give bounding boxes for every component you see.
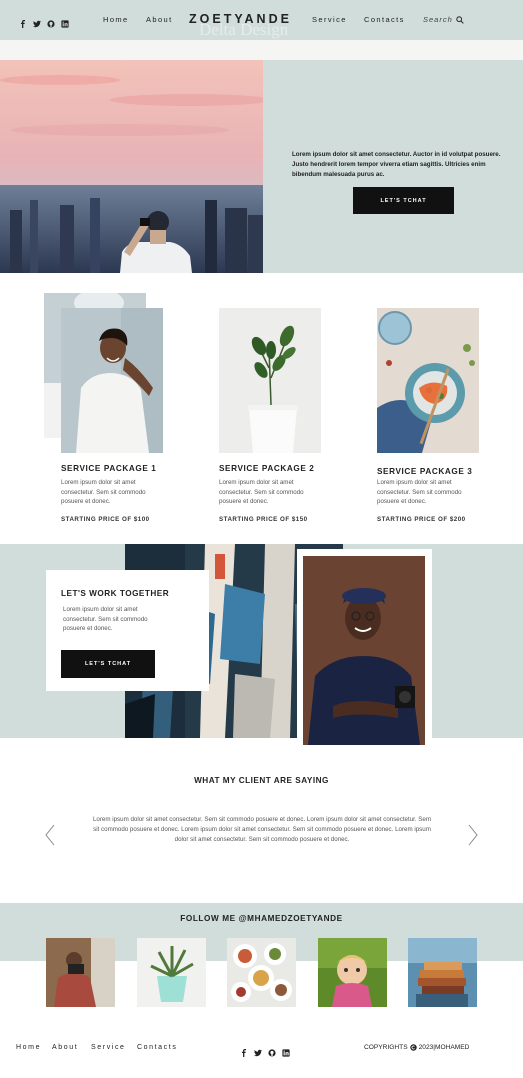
footer-link-home[interactable]: Home	[16, 1044, 41, 1051]
linkedin-icon[interactable]	[282, 1044, 290, 1057]
instagram-photo-1[interactable]	[46, 938, 115, 1007]
hero-chat-button[interactable]: LET'S TCHAT	[353, 187, 454, 214]
nav-about[interactable]: About	[146, 15, 173, 24]
twitter-icon[interactable]	[33, 15, 41, 28]
nav-home[interactable]: Home	[103, 15, 129, 24]
twitter-icon[interactable]	[254, 1044, 262, 1057]
service-3-title: SERVICE PACKAGE 3	[377, 467, 473, 476]
footer-social-links	[240, 1044, 290, 1057]
service-2-title: SERVICE PACKAGE 2	[219, 464, 315, 473]
carousel-next-button[interactable]	[467, 824, 479, 846]
header-social-links	[19, 15, 69, 28]
service-2-image	[219, 308, 321, 453]
nav-contacts[interactable]: Contacts	[364, 15, 405, 24]
copyright-prefix: COPYRIGHTS	[364, 1044, 408, 1051]
copyright-suffix: 2023|MOHAMED	[418, 1044, 470, 1051]
nav-service[interactable]: Service	[312, 15, 347, 24]
service-3-price: STARTING PRICE OF $200	[377, 516, 466, 523]
header-spacer	[0, 40, 523, 60]
service-1-image	[61, 308, 163, 453]
hero-image	[0, 60, 263, 273]
carousel-prev-button[interactable]	[44, 824, 56, 846]
service-1-price: STARTING PRICE OF $100	[61, 516, 150, 523]
search-box[interactable]: Search	[423, 15, 464, 24]
linkedin-icon[interactable]	[61, 15, 69, 28]
follow-heading: FOLLOW ME @MHAMEDZOETYANDE	[180, 914, 343, 923]
work-desc: Lorem ipsum dolor sit amet consectetur. …	[63, 606, 148, 633]
brand-logo[interactable]: ZOETYANDE	[189, 12, 292, 26]
testimonial-text: Lorem ipsum dolor sit amet consectetur. …	[92, 816, 432, 843]
instagram-photo-4[interactable]	[318, 938, 387, 1007]
footer-link-about[interactable]: About	[52, 1044, 78, 1051]
portrait-image	[303, 556, 425, 745]
copyright-icon	[409, 1044, 417, 1051]
github-icon[interactable]	[47, 15, 55, 28]
footer-link-service[interactable]: Service	[91, 1044, 126, 1051]
instagram-photo-3[interactable]	[227, 938, 296, 1007]
work-title: LET'S WORK TOGETHER	[61, 589, 170, 598]
service-1-desc: Lorem ipsum dolor sit amet consectetur. …	[61, 479, 146, 506]
facebook-icon[interactable]	[240, 1044, 248, 1057]
facebook-icon[interactable]	[19, 15, 27, 28]
copyright: COPYRIGHTS 2023|MOHAMED	[364, 1044, 469, 1051]
chevron-right-icon	[468, 824, 478, 846]
github-icon[interactable]	[268, 1044, 276, 1057]
instagram-photo-2[interactable]	[137, 938, 206, 1007]
service-3-desc: Lorem ipsum dolor sit amet consectetur. …	[377, 479, 462, 506]
hero-text: Lorem ipsum dolor sit amet consectetur. …	[292, 151, 501, 179]
service-1-title: SERVICE PACKAGE 1	[61, 464, 157, 473]
search-icon	[456, 15, 464, 24]
testimonials-heading: WHAT MY CLIENT ARE SAYING	[194, 776, 329, 785]
service-2-price: STARTING PRICE OF $150	[219, 516, 308, 523]
service-2-desc: Lorem ipsum dolor sit amet consectetur. …	[219, 479, 304, 506]
work-chat-button[interactable]: LET'S TCHAT	[61, 650, 155, 678]
search-label: Search	[423, 15, 453, 24]
chevron-left-icon	[45, 824, 55, 846]
service-3-image	[377, 308, 479, 453]
instagram-photo-5[interactable]	[408, 938, 477, 1007]
footer-link-contacts[interactable]: Contacts	[137, 1044, 177, 1051]
